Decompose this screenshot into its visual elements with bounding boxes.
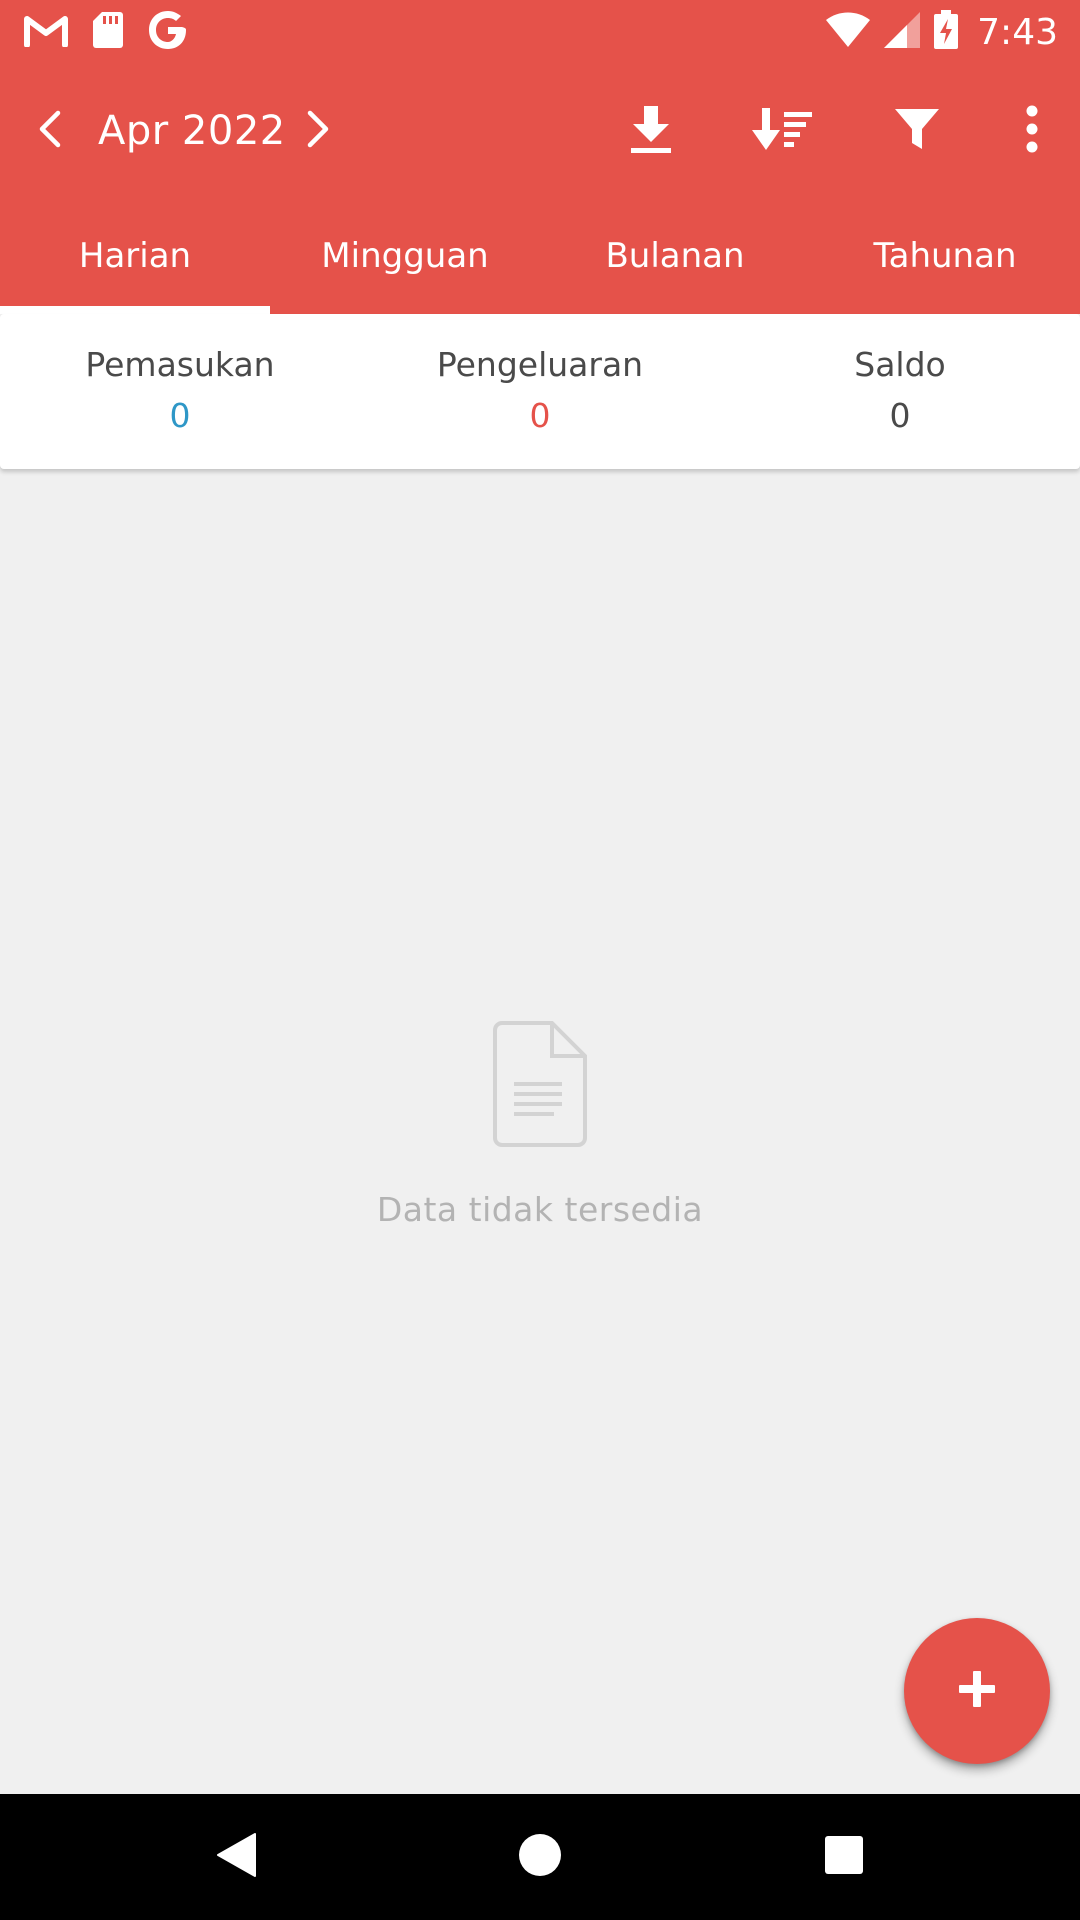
next-month-button[interactable]	[286, 97, 350, 165]
add-transaction-button[interactable]	[904, 1618, 1050, 1764]
tab-label: Harian	[78, 236, 192, 276]
notification-icons	[24, 10, 188, 54]
back-icon	[215, 1832, 257, 1882]
balance-summary: Saldo 0	[720, 314, 1080, 469]
document-icon	[492, 1020, 588, 1152]
expense-value: 0	[529, 395, 551, 435]
wifi-icon	[825, 12, 871, 52]
previous-month-button[interactable]	[18, 97, 82, 165]
download-button[interactable]	[610, 91, 692, 171]
filter-button[interactable]	[876, 91, 958, 171]
recents-icon	[824, 1835, 864, 1879]
plus-icon	[957, 1669, 997, 1713]
system-status: 7:43	[825, 8, 1058, 56]
battery-charging-icon	[933, 10, 959, 54]
toolbar: Apr 2022	[0, 63, 1080, 210]
sort-button[interactable]	[742, 91, 824, 171]
app-root: 7:43 Apr 2022 Harian Mingguan Bulanan Ta…	[0, 0, 1080, 1920]
more-vert-icon	[1025, 105, 1039, 157]
navigation-bar	[0, 1794, 1080, 1920]
recents-button[interactable]	[784, 1794, 904, 1920]
tab-harian[interactable]: Harian	[0, 210, 270, 314]
empty-state-text: Data tidak tersedia	[376, 1190, 704, 1229]
sort-icon	[752, 104, 814, 158]
filter-icon	[893, 105, 941, 157]
expense-label: Pengeluaran	[436, 344, 644, 384]
tab-bulanan[interactable]: Bulanan	[540, 210, 810, 314]
tab-label: Tahunan	[873, 236, 1017, 276]
balance-label: Saldo	[854, 344, 946, 384]
home-button[interactable]	[480, 1794, 600, 1920]
summary-card: Pemasukan 0 Pengeluaran 0 Saldo 0	[0, 314, 1080, 469]
home-icon	[518, 1833, 562, 1881]
empty-state: Data tidak tersedia	[0, 1020, 1080, 1229]
more-options-button[interactable]	[1000, 91, 1064, 171]
back-button[interactable]	[176, 1794, 296, 1920]
status-bar: 7:43	[0, 0, 1080, 63]
period-tabs: Harian Mingguan Bulanan Tahunan	[0, 210, 1080, 314]
chevron-left-icon	[36, 109, 64, 153]
gmail-icon	[24, 13, 68, 51]
tab-mingguan[interactable]: Mingguan	[270, 210, 540, 314]
tab-label: Mingguan	[321, 236, 489, 276]
income-summary: Pemasukan 0	[0, 314, 360, 469]
chevron-right-icon	[304, 109, 332, 153]
income-value: 0	[169, 395, 191, 435]
download-icon	[629, 104, 673, 158]
tab-tahunan[interactable]: Tahunan	[810, 210, 1080, 314]
cell-signal-icon	[883, 11, 921, 53]
google-icon	[148, 10, 188, 54]
clock: 7:43	[977, 11, 1058, 53]
income-label: Pemasukan	[85, 344, 275, 384]
expense-summary: Pengeluaran 0	[360, 314, 720, 469]
tab-label: Bulanan	[605, 236, 745, 276]
balance-value: 0	[889, 395, 911, 435]
month-label[interactable]: Apr 2022	[98, 107, 286, 155]
sd-card-icon	[92, 11, 124, 53]
